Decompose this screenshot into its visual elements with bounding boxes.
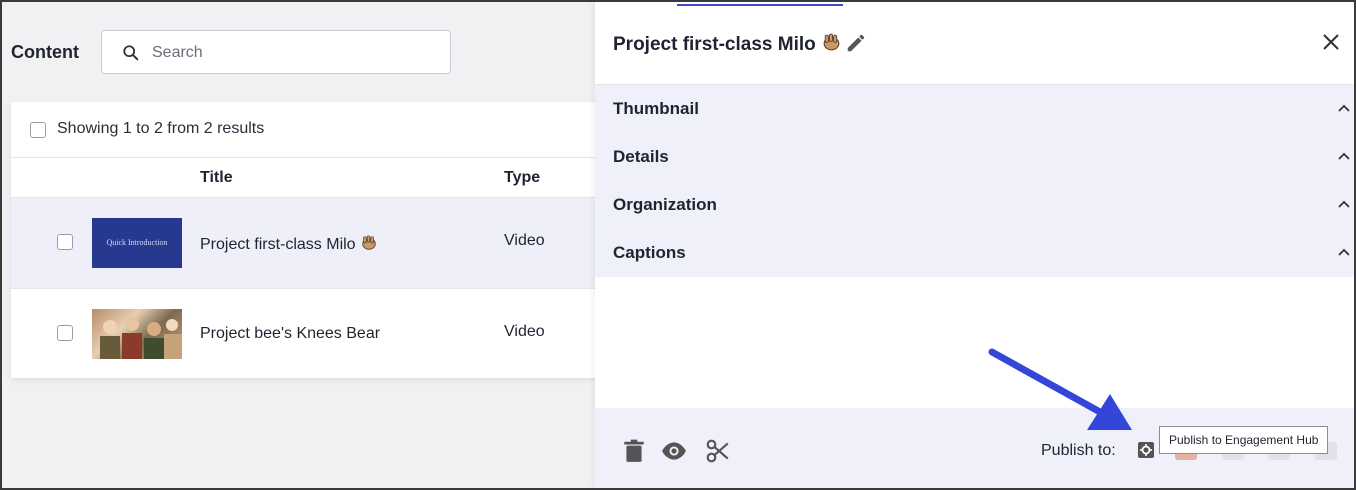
accordion-details[interactable]: Details [595, 133, 1354, 181]
edit-icon[interactable] [845, 32, 867, 54]
search-input[interactable] [150, 39, 444, 67]
row-checkbox[interactable] [57, 325, 73, 341]
row-type: Video [504, 323, 545, 340]
engagement-hub-icon[interactable] [1137, 441, 1155, 459]
publish-label: Publish to: [1041, 442, 1116, 459]
tooltip: Publish to Engagement Hub [1159, 426, 1329, 454]
chevron-up-icon [1338, 248, 1350, 256]
accordion-thumbnail[interactable]: Thumbnail [595, 85, 1354, 133]
thumbnail-text: Quick Introduction [106, 238, 168, 247]
showing-text: Showing 1 to 2 from 2 results [57, 120, 265, 137]
column-header-title[interactable]: Title [200, 169, 233, 187]
table-row[interactable]: Quick Introduction Project first-class M… [11, 198, 611, 289]
panel-title: Project first-class Milo [613, 32, 842, 56]
search-icon [123, 45, 139, 61]
row-title-text: Project first-class Milo [200, 236, 356, 253]
accordion-organization[interactable]: Organization [595, 181, 1354, 229]
chevron-up-icon [1338, 152, 1350, 160]
people-photo [100, 317, 182, 359]
page-title: Content [11, 42, 79, 62]
row-title: Project first-class Milo [200, 234, 378, 254]
accordion-label: Thumbnail [613, 99, 699, 118]
chevron-up-icon [1338, 104, 1350, 112]
panel-footer: Publish to: Publish to Engagement Hub [595, 408, 1354, 488]
accordion-captions[interactable]: Captions [595, 229, 1354, 277]
table-header: Title Type [11, 158, 611, 198]
scissors-icon[interactable] [705, 438, 731, 464]
row-title: Project bee's Knees Bear [200, 325, 381, 342]
panel-title-text: Project first-class Milo [613, 34, 816, 55]
accordion-label: Organization [613, 195, 717, 214]
row-type: Video [504, 232, 545, 249]
select-all-checkbox[interactable] [30, 122, 46, 138]
close-icon[interactable] [1321, 32, 1341, 52]
table-row[interactable]: Project bee's Knees Bear Video [11, 289, 611, 379]
accordion-label: Details [613, 147, 669, 166]
results-summary: Showing 1 to 2 from 2 results [11, 102, 611, 158]
waving-hand-emoji [823, 33, 840, 51]
content-area: Content Showing 1 to 2 from 2 results Ti… [2, 2, 611, 488]
accordion-label: Captions [613, 243, 686, 262]
column-header-type[interactable]: Type [504, 169, 540, 187]
search-box[interactable] [101, 30, 451, 74]
eye-icon[interactable] [661, 438, 687, 464]
waving-hand-emoji [362, 235, 376, 250]
video-thumbnail: Quick Introduction [92, 218, 182, 268]
chevron-up-icon [1338, 200, 1350, 208]
content-table: Showing 1 to 2 from 2 results Title Type… [11, 102, 611, 378]
detail-panel: Project first-class Milo Thumbnail Detai… [595, 2, 1354, 488]
panel-header: Project first-class Milo [595, 2, 1354, 85]
video-thumbnail [92, 309, 182, 359]
trash-icon[interactable] [621, 438, 647, 464]
app-window: Content Showing 1 to 2 from 2 results Ti… [0, 0, 1356, 490]
accordion: Thumbnail Details Organization Captions [595, 85, 1354, 277]
row-checkbox[interactable] [57, 234, 73, 250]
